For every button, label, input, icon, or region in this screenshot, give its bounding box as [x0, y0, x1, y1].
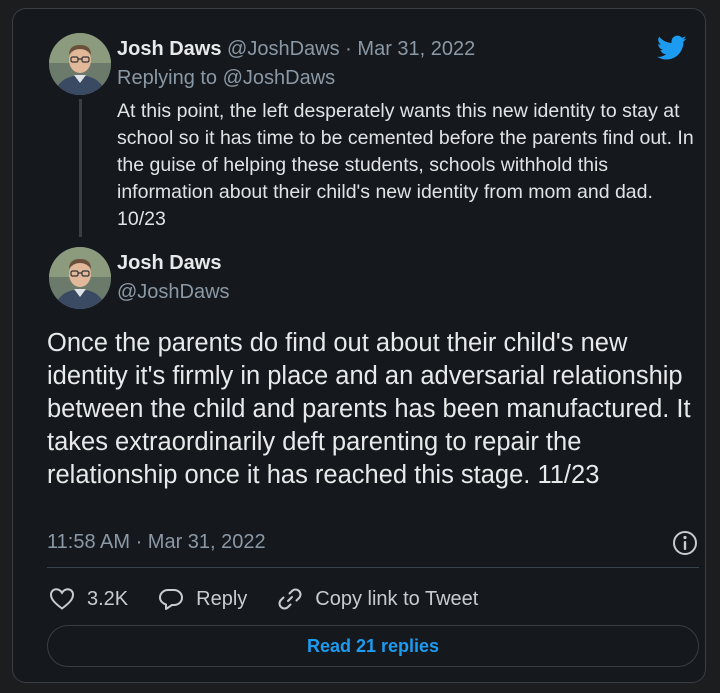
- tweet-date[interactable]: Mar 31, 2022: [357, 38, 475, 60]
- copy-link-label: Copy link to Tweet: [315, 587, 479, 610]
- main-tweet-text: Once the parents do find out about their…: [47, 329, 691, 489]
- action-bar: 3.2K Reply Copy link to Tweet: [49, 585, 508, 613]
- like-count: 3.2K: [87, 587, 129, 610]
- read-replies-button[interactable]: Read 21 replies: [47, 625, 699, 667]
- thread-connector-line: [79, 99, 82, 237]
- info-icon[interactable]: [671, 529, 699, 557]
- heart-icon: [49, 588, 75, 610]
- reply-tweet-text: At this point, the left desperately want…: [117, 100, 694, 230]
- separator: ·: [345, 38, 352, 60]
- tweet-card: Josh Daws @JoshDaws · Mar 31, 2022 Reply…: [12, 8, 706, 683]
- link-icon: [278, 588, 302, 610]
- author-handle[interactable]: @JoshDaws: [117, 281, 230, 304]
- reply-bubble-icon: [159, 589, 184, 610]
- copy-link-button[interactable]: Copy link to Tweet: [277, 587, 478, 611]
- reply-button[interactable]: Reply: [158, 587, 247, 611]
- reply-label: Reply: [196, 587, 248, 610]
- divider: [47, 567, 699, 568]
- avatar[interactable]: [49, 247, 111, 309]
- like-button[interactable]: 3.2K: [49, 587, 128, 611]
- reply-tweet-header: Josh Daws @JoshDaws · Mar 31, 2022: [117, 38, 475, 61]
- replying-to[interactable]: Replying to @JoshDaws: [117, 67, 335, 90]
- twitter-bird-icon[interactable]: [657, 35, 687, 61]
- author-handle[interactable]: @JoshDaws: [227, 38, 340, 60]
- author-name[interactable]: Josh Daws: [117, 38, 221, 60]
- tweet-timestamp[interactable]: 11:58 AM · Mar 31, 2022: [47, 531, 266, 554]
- author-name[interactable]: Josh Daws: [117, 252, 221, 275]
- avatar[interactable]: [49, 33, 111, 95]
